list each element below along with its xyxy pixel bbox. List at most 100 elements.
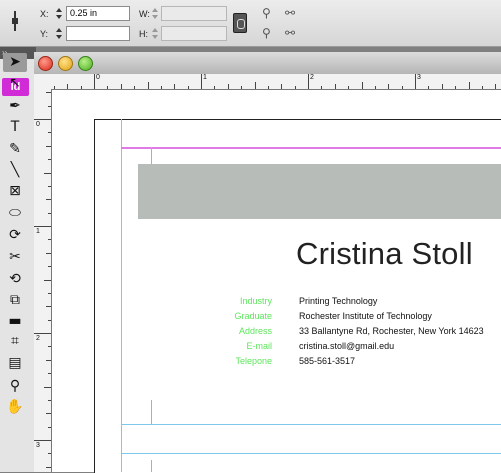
ruler-tick <box>468 82 470 89</box>
column-guide-bottom <box>151 460 152 472</box>
detail-label: Telepone <box>235 356 272 366</box>
ruler-tick <box>308 74 309 89</box>
ruler-tick <box>428 86 430 89</box>
ruler-tick <box>34 440 51 441</box>
resume-name[interactable]: Cristina Stoll <box>296 236 473 272</box>
gradient-tool-icon[interactable]: ▬ <box>3 312 27 331</box>
column-guide-lower <box>151 400 152 424</box>
ruler-tick <box>441 84 443 89</box>
control-panel: X: 0.25 in Y: W: H: ⚲ ⚯ ⚲ ⚯ <box>0 0 501 47</box>
ruler-tick <box>160 86 162 89</box>
column-guide <box>151 147 152 165</box>
ruler-tick <box>48 266 51 268</box>
free-transform-tool-icon[interactable]: ⟲ <box>3 270 27 289</box>
ruler-tick <box>481 86 483 89</box>
ruler-number: 2 <box>310 74 314 81</box>
gradient-feather-tool-icon[interactable]: ⌗ <box>3 332 27 351</box>
close-button[interactable] <box>38 56 53 71</box>
ruler-tick <box>46 252 51 254</box>
note-tool-icon[interactable]: ▤ <box>3 354 27 373</box>
document-window-titlebar <box>34 52 501 75</box>
x-field[interactable]: 0.25 in <box>66 6 130 21</box>
w-label: W: <box>139 9 150 19</box>
ruler-tick <box>107 86 109 89</box>
ruler-tick <box>48 239 51 241</box>
rectangle-frame-tool-icon[interactable]: ⊠ <box>3 182 27 201</box>
detail-value: Rochester Institute of Technology <box>299 311 432 321</box>
header-banner[interactable] <box>138 164 501 219</box>
ruler-tick <box>48 159 51 161</box>
ruler-number: 3 <box>36 442 40 449</box>
ruler-guide-1 <box>121 424 501 425</box>
distribute-bottom-icon[interactable]: ⚲ <box>262 26 271 40</box>
ruler-origin[interactable] <box>34 74 53 90</box>
ruler-tick <box>267 86 269 89</box>
minimize-button[interactable] <box>58 56 73 71</box>
pen-tool-icon[interactable]: ✒ <box>3 97 27 116</box>
w-stepper[interactable] <box>151 6 160 21</box>
x-label: X: <box>40 9 49 19</box>
ruler-guide-2 <box>121 453 501 454</box>
distribute-top-icon[interactable]: ⚲ <box>262 6 271 20</box>
detail-label: Address <box>238 326 272 336</box>
ruler-tick <box>48 292 51 294</box>
ruler-number: 1 <box>36 228 40 235</box>
ruler-tick <box>388 84 390 89</box>
ruler-tick <box>48 373 51 375</box>
ruler-tick <box>94 74 95 89</box>
ruler-tick <box>48 105 51 107</box>
ruler-tick <box>48 185 51 187</box>
vertical-ruler[interactable]: 0 1 2 3 <box>34 89 52 472</box>
ruler-tick <box>48 346 51 348</box>
constrain-proportions-icon[interactable] <box>233 13 247 33</box>
ruler-tick <box>254 82 256 89</box>
ruler-tick <box>334 84 336 89</box>
detail-label: Industry <box>239 296 272 306</box>
eyedropper-tool-icon[interactable]: ⚲ <box>3 377 27 396</box>
ruler-number: 3 <box>417 74 421 81</box>
distribute-horizontal-icon[interactable]: ⚯ <box>285 26 295 40</box>
ruler-tick <box>44 172 51 174</box>
ruler-tick <box>348 86 350 89</box>
reference-point-icon[interactable] <box>12 11 18 31</box>
y-stepper[interactable] <box>55 26 64 41</box>
line-tool-icon[interactable]: ╲ <box>3 161 27 180</box>
detail-value: 33 Ballantyne Rd, Rochester, New York 14… <box>299 326 484 336</box>
ruler-tick <box>174 84 176 89</box>
x-stepper[interactable] <box>55 6 64 21</box>
ruler-tick <box>48 399 51 401</box>
pencil-tool-icon[interactable]: ✎ <box>3 140 27 159</box>
hand-tool-icon[interactable]: ✋ <box>3 398 27 417</box>
h-field[interactable] <box>161 26 227 41</box>
scissors-tool-icon[interactable]: ✂ <box>3 248 27 267</box>
ruler-tick <box>46 199 51 201</box>
ruler-tick <box>294 86 296 89</box>
ruler-tick <box>455 86 457 89</box>
h-stepper[interactable] <box>151 26 160 41</box>
detail-value: cristina.stoll@gmail.edu <box>299 341 395 351</box>
ruler-tick <box>34 333 51 334</box>
ellipse-tool-icon[interactable]: ⬭ <box>3 204 27 223</box>
ruler-tick <box>201 74 202 89</box>
y-field[interactable] <box>66 26 130 41</box>
ruler-tick <box>48 132 51 134</box>
scale-tool-icon[interactable]: ⧉ <box>3 291 27 310</box>
ruler-number: 0 <box>36 121 40 128</box>
distribute-center-icon[interactable]: ⚯ <box>285 6 295 20</box>
rotate-tool-icon[interactable]: ⟳ <box>3 226 27 245</box>
ruler-tick <box>34 226 51 227</box>
type-tool-icon[interactable]: T <box>3 118 27 137</box>
y-label: Y: <box>40 29 49 39</box>
detail-value: 585-561-3517 <box>299 356 356 366</box>
ruler-tick <box>34 119 51 120</box>
w-field[interactable] <box>161 6 227 21</box>
ruler-tick <box>44 279 51 281</box>
selection-tool-icon[interactable]: ➤ <box>3 53 27 72</box>
zoom-button[interactable] <box>78 56 93 71</box>
ruler-number: 0 <box>96 74 100 81</box>
ruler-tick <box>415 74 416 89</box>
ruler-tick <box>134 86 136 89</box>
direct-selection-tool-icon[interactable]: ↖ <box>3 74 27 93</box>
horizontal-ruler[interactable]: 0 1 2 3 <box>52 74 501 90</box>
ruler-tick <box>48 426 51 428</box>
